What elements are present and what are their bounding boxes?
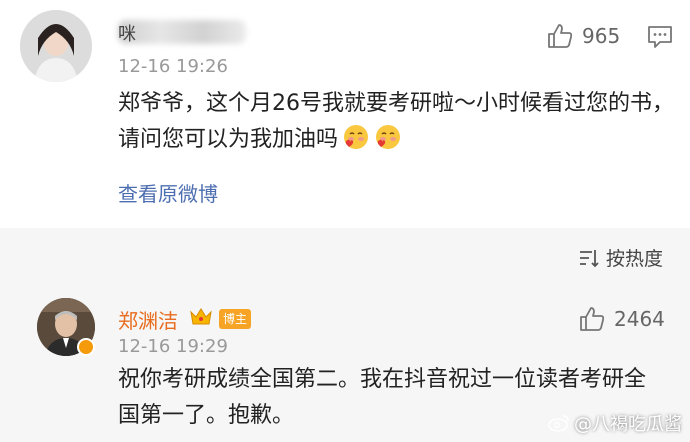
watermark: @八褐吃瓜酱	[548, 410, 682, 436]
like-count: 965	[582, 24, 621, 48]
blush-heart-emoji-icon	[344, 125, 369, 149]
thumbs-up-icon	[580, 307, 605, 331]
blush-heart-emoji-icon	[376, 125, 401, 149]
comment-icon[interactable]	[646, 22, 674, 50]
comment-text: 郑爷爷，这个月26号我就要考研啦～小时候看过您的书，请问您可以为我加油吗	[118, 86, 678, 158]
commenter-name-blurred	[118, 20, 246, 44]
crown-icon	[190, 308, 212, 325]
reply-like-button[interactable]: 2464	[578, 305, 665, 333]
like-button[interactable]: 965	[546, 22, 620, 50]
watermark-text: @八褐吃瓜酱	[574, 414, 682, 435]
commenter-name[interactable]: 咪	[118, 20, 136, 46]
thumbs-up-icon	[548, 24, 573, 48]
verified-badge-icon	[77, 338, 95, 356]
reply-author-name[interactable]: 郑渊洁	[118, 305, 178, 334]
weibo-logo-icon	[548, 415, 569, 432]
view-original-post-link[interactable]: 查看原微博	[118, 178, 218, 207]
reply-like-count: 2464	[614, 307, 665, 331]
sort-icon	[580, 249, 599, 267]
commenter-avatar[interactable]	[20, 10, 92, 82]
reply-time: 12-16 19:29	[118, 336, 228, 357]
comment-time: 12-16 19:26	[118, 56, 228, 77]
sort-label: 按热度	[606, 248, 664, 270]
blogger-badge: 博主	[219, 309, 252, 329]
sort-by-hot-button[interactable]: 按热度	[578, 244, 663, 271]
